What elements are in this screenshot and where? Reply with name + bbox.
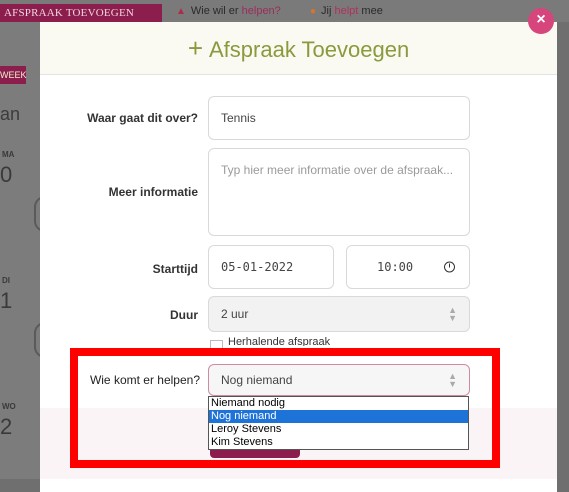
background-day-label: DI: [2, 276, 10, 285]
background-tab: AFSPRAAK TOEVOEGEN: [0, 4, 162, 22]
orange-dot-icon: ●: [310, 6, 317, 17]
background-day-label: MA: [2, 150, 15, 159]
duration-value: 2 uur: [221, 307, 249, 321]
modal-header: + Afspraak Toevoegen: [40, 22, 557, 75]
start-time-input[interactable]: 10:00: [346, 245, 470, 289]
subject-label: Waar gaat dit over?: [87, 111, 198, 125]
background-day-num: 2: [0, 414, 13, 439]
duration-select[interactable]: 2 uur ▲ ▼: [208, 296, 470, 332]
background-day-num: 1: [0, 288, 13, 313]
red-highlight-box: [70, 348, 500, 468]
clock-icon: [444, 261, 455, 273]
start-label: Starttijd: [152, 262, 198, 276]
modal-title: + Afspraak Toevoegen: [187, 33, 410, 63]
warning-triangle-icon: ▲: [176, 6, 186, 17]
background-hint-help: ▲ Wie wil er helpen?: [176, 5, 281, 17]
start-date-input[interactable]: 05-01-2022: [208, 245, 334, 289]
info-textarea[interactable]: Typ hier meer informatie over de afspraa…: [208, 148, 470, 236]
subject-input[interactable]: Tennis: [208, 96, 470, 140]
duration-label: Duur: [170, 308, 198, 322]
background-calendar: WEEK an MA 0 DI 1 WO 2: [0, 22, 56, 479]
background-week-chip: WEEK: [0, 66, 27, 84]
background-hint-joined: ● Jij helpt mee: [310, 5, 383, 17]
info-label: Meer informatie: [108, 185, 198, 199]
background-day-num: 0: [0, 162, 13, 187]
info-placeholder: Typ hier meer informatie over de afspraa…: [221, 163, 454, 177]
recurring-label: Herhalende afspraak: [228, 336, 331, 346]
background-text: an: [0, 104, 21, 124]
close-button[interactable]: ×: [528, 8, 554, 34]
select-arrows-icon: ▲ ▼: [448, 305, 457, 323]
start-time-value: 10:00: [377, 260, 414, 274]
background-day-label: WO: [2, 402, 16, 411]
plus-icon: +: [187, 33, 203, 63]
